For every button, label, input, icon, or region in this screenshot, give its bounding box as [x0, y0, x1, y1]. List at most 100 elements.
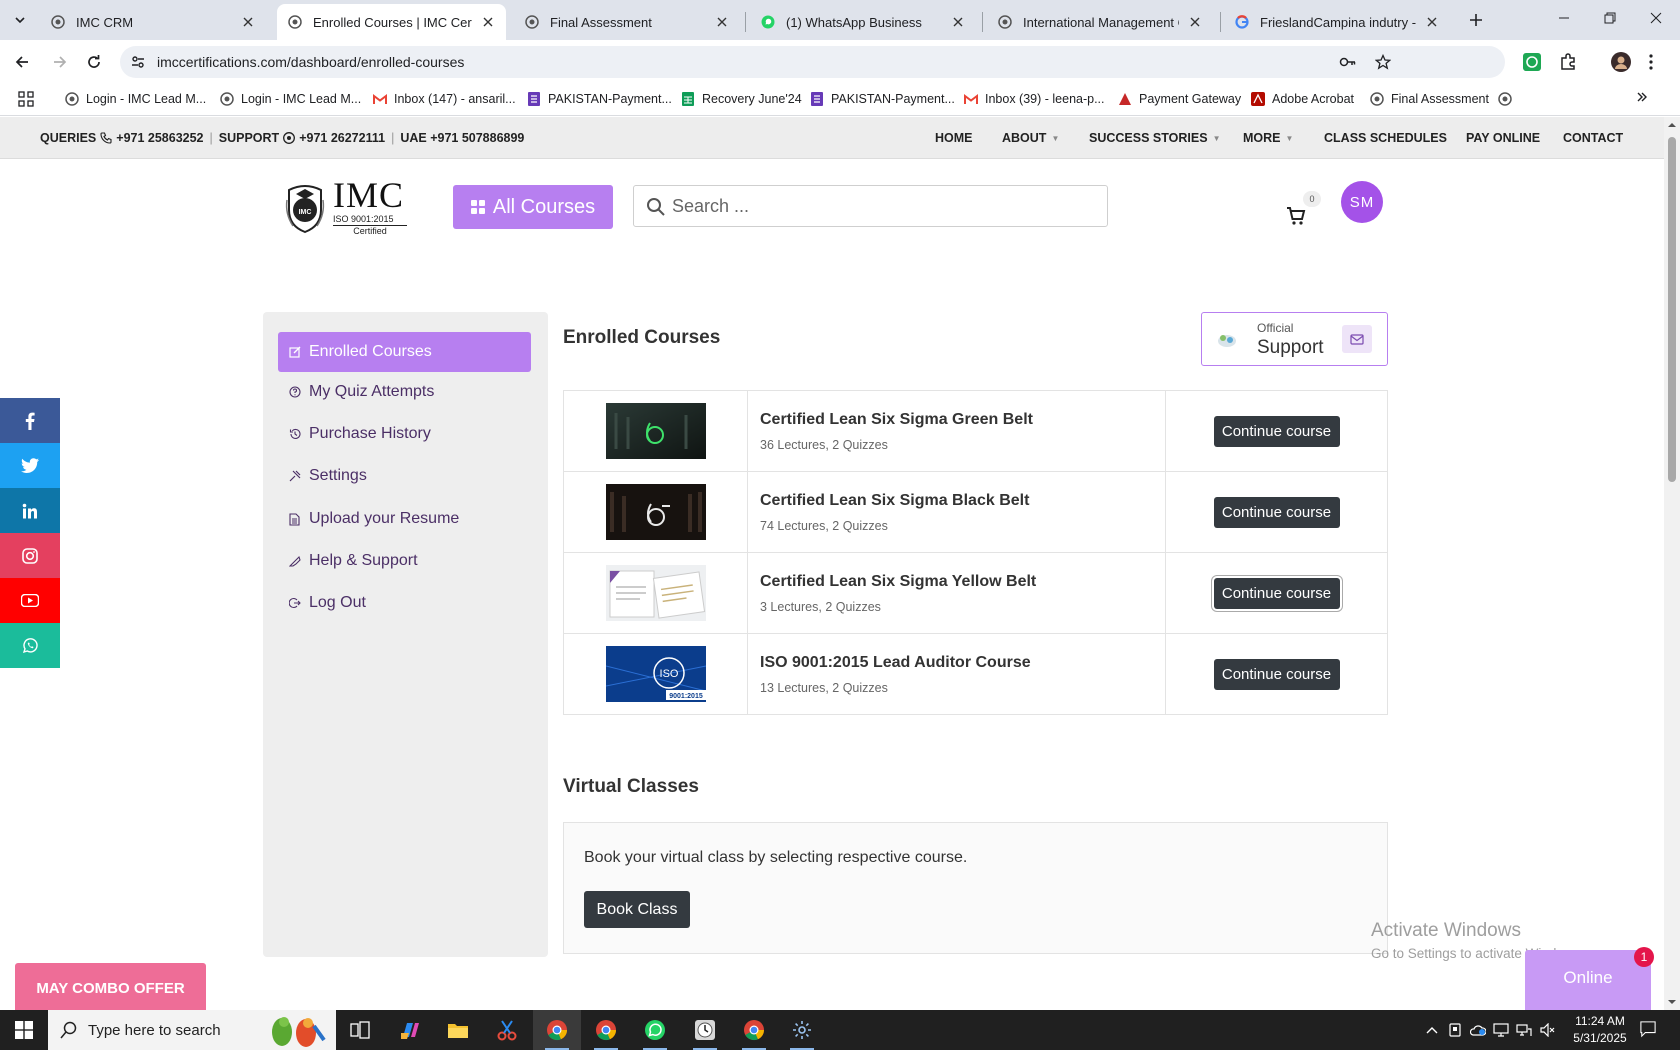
bookmark-item[interactable]: Login - IMC Lead M...: [219, 91, 361, 107]
file-explorer-app[interactable]: [434, 1010, 482, 1050]
sidebar-item-purchase-history[interactable]: Purchase History: [278, 414, 531, 454]
instagram-share-button[interactable]: [0, 533, 60, 578]
minimize-button[interactable]: [1541, 0, 1587, 36]
tray-overflow-icon[interactable]: [1424, 1022, 1440, 1038]
taskbar-search[interactable]: Type here to search: [48, 1010, 336, 1050]
sidebar-item-help-support[interactable]: Help & Support: [278, 541, 531, 581]
extensions-puzzle-icon[interactable]: [1558, 52, 1578, 72]
user-avatar[interactable]: SM: [1341, 181, 1383, 223]
course-thumbnail[interactable]: [605, 484, 706, 540]
sidebar-item-settings[interactable]: Settings: [278, 456, 531, 496]
sidebar-item-enrolled-courses[interactable]: Enrolled Courses: [278, 332, 531, 372]
clock-app[interactable]: [681, 1010, 729, 1050]
network-icon[interactable]: [1516, 1022, 1532, 1038]
bookmark-item[interactable]: Inbox (147) - ansaril...: [372, 91, 516, 107]
close-tab-icon[interactable]: [1424, 14, 1440, 30]
nav-class-schedules[interactable]: CLASS SCHEDULES: [1324, 131, 1447, 145]
cart-icon[interactable]: [1286, 207, 1306, 225]
whatsapp-extension-icon[interactable]: [1522, 52, 1542, 72]
nav-pay-online[interactable]: PAY ONLINE: [1466, 131, 1540, 145]
password-key-icon[interactable]: [1339, 54, 1357, 70]
bookmark-item[interactable]: Payment Gateway: [1117, 91, 1241, 107]
course-thumbnail[interactable]: [605, 565, 706, 621]
system-clock[interactable]: 11:24 AM 5/31/2025: [1565, 1013, 1635, 1047]
course-title[interactable]: Certified Lean Six Sigma Yellow Belt: [760, 573, 1165, 591]
course-thumbnail[interactable]: [605, 403, 706, 459]
close-tab-icon[interactable]: [714, 14, 730, 30]
nav-more[interactable]: MORE ▼: [1243, 131, 1293, 145]
course-thumbnail[interactable]: ISO 9001:2015: [605, 646, 706, 702]
notification-center-icon[interactable]: [1640, 1021, 1656, 1038]
continue-course-button[interactable]: Continue course: [1213, 658, 1340, 690]
reload-button[interactable]: [80, 48, 108, 76]
settings-app[interactable]: [778, 1010, 826, 1050]
whatsapp-app[interactable]: [631, 1010, 679, 1050]
tray-onedrive-icon[interactable]: [1470, 1022, 1486, 1038]
bookmark-item[interactable]: Adobe Acrobat: [1250, 91, 1354, 107]
restore-button[interactable]: [1587, 0, 1633, 36]
close-tab-icon[interactable]: [1187, 14, 1203, 30]
tab-search-button[interactable]: [8, 8, 32, 32]
bookmark-item[interactable]: Final Assessment: [1369, 91, 1489, 107]
search-input[interactable]: [672, 194, 1092, 218]
course-title[interactable]: ISO 9001:2015 Lead Auditor Course: [760, 654, 1165, 672]
site-info-icon[interactable]: [130, 54, 146, 70]
imc-logo[interactable]: IMC IMC ISO 9001:2015 Certified: [283, 177, 413, 236]
apps-grid-icon[interactable]: [18, 91, 34, 107]
snipping-app[interactable]: [483, 1010, 531, 1050]
more-bookmarks-icon[interactable]: [1636, 91, 1648, 103]
nav-success-stories[interactable]: SUCCESS STORIES ▼: [1089, 131, 1220, 145]
bookmark-item[interactable]: [1497, 91, 1519, 107]
chrome-app-active[interactable]: [533, 1010, 581, 1050]
back-button[interactable]: [8, 48, 36, 76]
continue-course-button[interactable]: Continue course: [1213, 415, 1340, 447]
start-button[interactable]: [0, 1010, 48, 1050]
close-tab-icon[interactable]: [480, 14, 496, 30]
bookmark-star-icon[interactable]: [1375, 54, 1391, 70]
chrome-app[interactable]: [582, 1010, 630, 1050]
bookmark-item[interactable]: Login - IMC Lead M...: [64, 91, 206, 107]
official-support-button[interactable]: Official Support: [1201, 312, 1388, 366]
address-bar[interactable]: imccertifications.com/dashboard/enrolled…: [120, 46, 1505, 78]
tab-imc-crm[interactable]: IMC CRM: [40, 4, 266, 40]
twitter-share-button[interactable]: [0, 443, 60, 488]
linkedin-share-button[interactable]: [0, 488, 60, 533]
support-phone[interactable]: +971 26272111: [299, 131, 385, 145]
forward-button[interactable]: [46, 48, 74, 76]
nav-home[interactable]: HOME: [935, 131, 973, 145]
bookmark-item[interactable]: Inbox (39) - leena-p...: [963, 91, 1105, 107]
close-tab-icon[interactable]: [240, 14, 256, 30]
nav-contact[interactable]: CONTACT: [1563, 131, 1623, 145]
continue-course-button[interactable]: Continue course: [1213, 496, 1340, 528]
bookmark-item[interactable]: Recovery June'24: [680, 91, 802, 107]
task-view-button[interactable]: [336, 1010, 384, 1050]
new-tab-button[interactable]: [1464, 8, 1488, 32]
tray-device-icon[interactable]: [1447, 1022, 1463, 1038]
tab-whatsapp[interactable]: (1) WhatsApp Business: [750, 4, 976, 40]
queries-phone[interactable]: +971 25863252: [116, 131, 203, 145]
may-combo-offer-button[interactable]: MAY COMBO OFFER: [15, 963, 206, 1010]
bookmark-item[interactable]: PAKISTAN-Payment...: [526, 91, 672, 107]
youtube-share-button[interactable]: [0, 578, 60, 623]
nav-about[interactable]: ABOUT ▼: [1002, 131, 1059, 145]
volume-muted-icon[interactable]: [1540, 1022, 1556, 1038]
chrome-app-2[interactable]: [730, 1010, 778, 1050]
continue-course-button[interactable]: Continue course: [1213, 577, 1340, 609]
uae-phone[interactable]: UAE +971 507886899: [400, 131, 524, 145]
sidebar-item-upload-resume[interactable]: Upload your Resume: [278, 499, 531, 539]
tray-display-icon[interactable]: [1493, 1022, 1509, 1038]
copilot-app[interactable]: [386, 1010, 434, 1050]
tab-google-search[interactable]: FrieslandCampina indutry - Goo: [1224, 4, 1450, 40]
sidebar-item-log-out[interactable]: Log Out: [278, 583, 531, 623]
tab-international-management[interactable]: International Management Con: [987, 4, 1213, 40]
book-class-button[interactable]: Book Class: [584, 891, 690, 928]
all-courses-button[interactable]: All Courses: [453, 185, 613, 229]
course-title[interactable]: Certified Lean Six Sigma Black Belt: [760, 492, 1165, 510]
page-scrollbar[interactable]: [1664, 117, 1680, 1010]
facebook-share-button[interactable]: [0, 398, 60, 443]
browser-menu-icon[interactable]: [1641, 52, 1661, 72]
course-search[interactable]: [633, 185, 1108, 227]
tab-enrolled-courses[interactable]: Enrolled Courses | IMC Certifica: [277, 4, 506, 40]
sidebar-item-quiz-attempts[interactable]: My Quiz Attempts: [278, 372, 531, 412]
online-chat-button[interactable]: Online: [1525, 950, 1651, 1010]
